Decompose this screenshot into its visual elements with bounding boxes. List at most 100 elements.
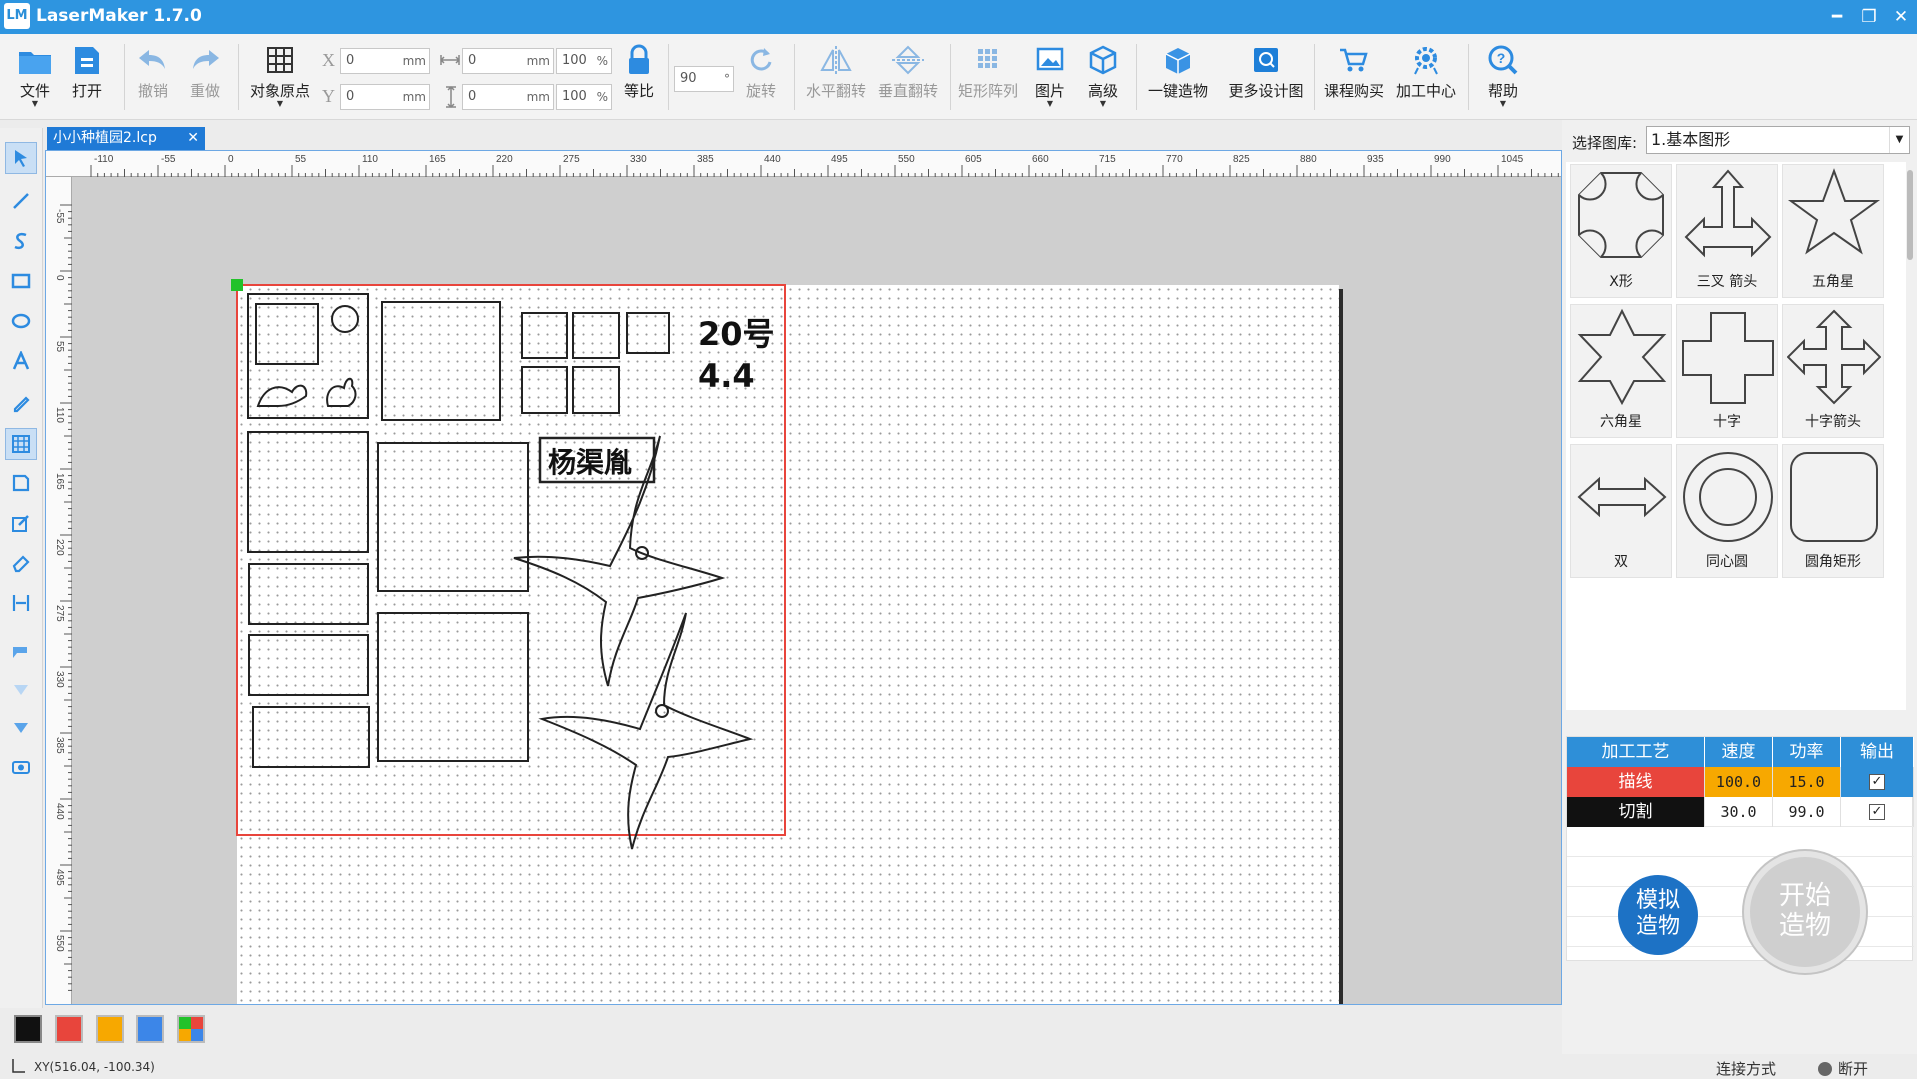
cut-shapes[interactable] <box>247 293 754 850</box>
scale-h-value: 100 <box>562 89 587 104</box>
redo-button[interactable]: 重做 <box>180 40 230 116</box>
fill-tool[interactable] <box>5 636 37 668</box>
small-tab-5[interactable] <box>572 366 620 414</box>
color-swatch-red[interactable] <box>55 1015 83 1043</box>
scale-width-field[interactable]: 100% <box>556 48 612 74</box>
more-designs-button[interactable]: 更多设计图 <box>1222 40 1310 116</box>
design-layer[interactable]: 20号 4.4 杨渠胤 <box>46 151 1562 1005</box>
box-panel-3[interactable] <box>247 431 369 553</box>
library-scrollbar[interactable] <box>1907 170 1913 260</box>
proportional-label: 等比 <box>623 82 654 100</box>
speed-value[interactable]: 30.0 <box>1705 797 1773 827</box>
proportional-lock-button[interactable]: 等比 <box>616 40 662 116</box>
help-button[interactable]: ? 帮助 ▼ <box>1478 40 1528 116</box>
square-panel-2[interactable] <box>377 612 529 762</box>
small-tab-2[interactable] <box>572 312 620 359</box>
square-panel-1[interactable] <box>377 442 529 592</box>
image-button[interactable]: 图片 ▼ <box>1026 40 1074 116</box>
restore-button[interactable]: ❐ <box>1856 5 1882 29</box>
edit-node-tool[interactable] <box>5 508 37 540</box>
strip-panel-3[interactable] <box>252 706 370 768</box>
rectangle-tool[interactable] <box>5 266 37 298</box>
process-center-button[interactable]: 加工中心 <box>1390 40 1462 116</box>
shape-five-star[interactable]: 五角星 <box>1782 164 1884 298</box>
close-tab-icon[interactable]: ✕ <box>187 127 199 150</box>
course-buy-button[interactable]: 课程购买 <box>1318 40 1390 116</box>
fill-light-tool[interactable] <box>5 674 37 706</box>
scale-height-field[interactable]: 100% <box>556 84 612 110</box>
small-tab-1[interactable] <box>521 312 568 359</box>
shape-rounded-rect[interactable]: 圆角矩形 <box>1782 444 1884 578</box>
label-number-text[interactable]: 20号 <box>698 315 775 353</box>
small-tab-3[interactable] <box>626 312 670 354</box>
small-tab-4[interactable] <box>521 366 568 414</box>
page-tool[interactable] <box>5 468 37 500</box>
close-window-button[interactable]: ✕ <box>1888 5 1914 29</box>
start-button[interactable]: 开始 造物 <box>1744 851 1866 973</box>
box-panel-1[interactable] <box>247 293 369 419</box>
line-tool[interactable] <box>5 186 37 218</box>
ellipse-tool[interactable] <box>5 306 37 338</box>
shape-double-arrow[interactable]: 双 <box>1570 444 1672 578</box>
open-button[interactable]: 打开 <box>62 40 112 116</box>
shape-concentric-circle[interactable]: 同心圆 <box>1676 444 1778 578</box>
shuriken-outline-2[interactable] <box>538 612 754 850</box>
color-swatch-orange[interactable] <box>96 1015 124 1043</box>
text-tool[interactable] <box>5 346 37 378</box>
shape-six-star[interactable]: 六角星 <box>1570 304 1672 438</box>
shape-cross[interactable]: 十字 <box>1676 304 1778 438</box>
double-arrow-icon <box>1577 476 1667 518</box>
object-origin-button[interactable]: 对象原点 ▼ <box>244 40 316 116</box>
minimize-button[interactable]: ━ <box>1824 5 1850 29</box>
course-buy-label: 课程购买 <box>1323 82 1384 100</box>
rotate-button[interactable]: 旋转 <box>738 40 784 116</box>
pen-tool[interactable] <box>5 388 37 420</box>
y-position-field[interactable]: 0 mm <box>340 84 430 110</box>
grid-tool[interactable] <box>5 428 37 460</box>
fill-icon <box>13 647 27 658</box>
box-panel-2[interactable] <box>381 301 501 421</box>
select-tool[interactable] <box>5 142 37 174</box>
fill-down-tool[interactable] <box>5 712 37 744</box>
strip-panel-2[interactable] <box>248 634 369 696</box>
eraser-tool[interactable] <box>5 548 37 580</box>
process-row-cut[interactable]: 切割 30.0 99.0 ✓ <box>1567 797 1914 827</box>
advanced-button[interactable]: 高级 ▼ <box>1078 40 1128 116</box>
rect-array-button[interactable]: 矩形阵列 <box>952 40 1024 116</box>
speed-value[interactable]: 100.0 <box>1705 767 1773 797</box>
rotate-angle-field[interactable]: 90 ° <box>674 66 734 92</box>
flip-horizontal-button[interactable]: 水平翻转 <box>800 40 872 116</box>
one-click-make-button[interactable]: 一键造物 <box>1140 40 1216 116</box>
file-button[interactable]: 文件 ▼ <box>10 40 60 116</box>
power-value[interactable]: 15.0 <box>1773 767 1841 797</box>
simulate-button[interactable]: 模拟 造物 <box>1618 875 1698 955</box>
color-swatch-blue[interactable] <box>136 1015 164 1043</box>
color-swatch-black[interactable] <box>14 1015 42 1043</box>
shape-trident-arrow[interactable]: 三叉 箭头 <box>1676 164 1778 298</box>
power-value[interactable]: 99.0 <box>1773 797 1841 827</box>
align-tool[interactable] <box>5 588 37 620</box>
shape-x-shape[interactable]: X形 <box>1570 164 1672 298</box>
curve-tool[interactable] <box>5 226 37 258</box>
output-checkbox[interactable]: ✓ <box>1869 804 1885 820</box>
process-row-trace[interactable]: 描线 100.0 15.0 ✓ <box>1567 767 1914 797</box>
output-checkbox[interactable]: ✓ <box>1869 774 1885 790</box>
canvas-area[interactable]: -110 -55 0 55 110 165 220 275 330 385 440 495 550 605… <box>45 150 1562 1005</box>
name-tag-text[interactable]: 杨渠胤 <box>548 446 632 479</box>
pen-icon <box>13 396 30 413</box>
height-field[interactable]: 0 mm <box>462 84 554 110</box>
strip-panel-1[interactable] <box>248 563 369 625</box>
label-size-text[interactable]: 4.4 <box>698 357 755 395</box>
camera-tool[interactable] <box>5 752 37 784</box>
x-position-field[interactable]: 0 mm <box>340 48 430 74</box>
undo-button[interactable]: 撤销 <box>128 40 178 116</box>
app-logo-icon: LM <box>4 3 30 29</box>
flip-vertical-button[interactable]: 垂直翻转 <box>872 40 944 116</box>
percent-label: % <box>596 90 608 104</box>
width-field[interactable]: 0 mm <box>462 48 554 74</box>
document-tab[interactable]: 小小种植园2.lcp ✕ <box>47 127 205 150</box>
library-select[interactable]: 1.基本图形 ▼ <box>1646 126 1910 154</box>
color-swatch-multi[interactable] <box>177 1015 205 1043</box>
shape-cross-arrow[interactable]: 十字箭头 <box>1782 304 1884 438</box>
origin-handle[interactable] <box>231 279 243 291</box>
